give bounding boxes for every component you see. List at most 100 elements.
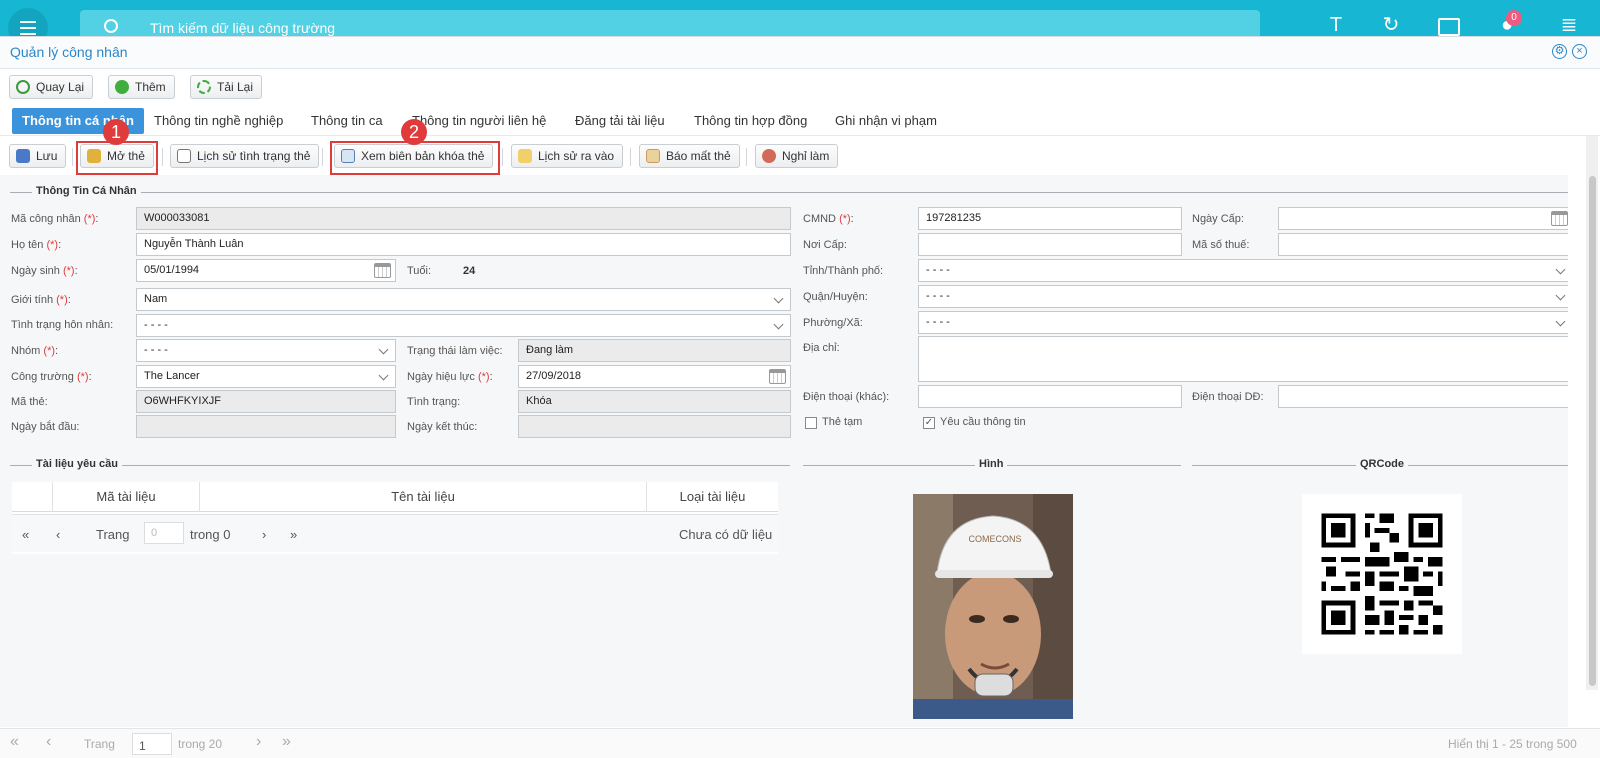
prev-page-icon[interactable]: ‹	[56, 527, 60, 542]
photo-section-legend: Hình	[803, 458, 1181, 472]
start-date-field[interactable]	[136, 415, 396, 438]
last-page-icon[interactable]: »	[290, 527, 297, 542]
district-label: Quận/Huyện:	[803, 291, 868, 303]
first-page-icon[interactable]: «	[22, 527, 29, 542]
list-showing-text: Hiển thị 1 - 25 trong 500	[1448, 737, 1577, 751]
global-search-placeholder: Tìm kiếm dữ liệu công trường	[150, 20, 336, 36]
save-button[interactable]: Lưu	[9, 144, 67, 168]
lost-card-icon	[646, 149, 660, 163]
ward-label: Phường/Xã:	[803, 317, 863, 329]
marital-status-select[interactable]: - - - -	[136, 314, 791, 337]
tab-contract-info[interactable]: Thông tin hợp đồng	[684, 108, 817, 134]
report-lost-card-label: Báo mất thẻ	[666, 149, 731, 163]
close-icon[interactable]: ×	[1572, 44, 1587, 59]
id-number-field[interactable]: 197281235	[918, 207, 1182, 230]
worker-code-label: Mã công nhân (*):	[11, 213, 99, 225]
scrollbar-thumb[interactable]	[1589, 176, 1596, 686]
mobile-phone-field[interactable]	[1278, 385, 1568, 408]
last-page-icon[interactable]: »	[282, 733, 291, 751]
personal-section-title: Thông Tin Cá Nhân	[32, 185, 141, 197]
leave-work-button[interactable]: Nghỉ làm	[755, 144, 839, 168]
address-textarea[interactable]	[918, 336, 1568, 382]
group-select[interactable]: - - - -	[136, 339, 396, 362]
phone-other-label: Điện thoại (khác):	[803, 391, 890, 403]
card-status-history-button[interactable]: Lịch sử tình trạng thẻ	[170, 144, 320, 168]
site-select[interactable]: The Lancer	[136, 365, 396, 388]
end-date-field[interactable]	[518, 415, 791, 438]
next-page-icon[interactable]: ›	[262, 527, 266, 542]
search-icon	[104, 19, 118, 33]
personal-toolbar: Lưu Mở thẻ Lịch sử tình trạng thẻ Xem bi…	[0, 140, 1600, 172]
effective-date-value: 27/09/2018	[526, 370, 582, 382]
pager-page-input[interactable]: 0	[144, 522, 184, 544]
user-initial-icon[interactable]: T	[1325, 14, 1347, 36]
worker-code-field[interactable]: W000033081	[136, 207, 791, 230]
helmet-logo-text: COMECONS	[968, 534, 1021, 544]
site-value: The Lancer	[144, 370, 200, 382]
reload-button[interactable]: Tải Lại	[190, 75, 263, 99]
issue-place-field[interactable]	[918, 233, 1182, 256]
province-select[interactable]: - - - -	[918, 259, 1568, 282]
toolbar-divider	[502, 148, 503, 166]
phone-other-field[interactable]	[918, 385, 1182, 408]
district-select[interactable]: - - - -	[918, 285, 1568, 308]
temp-card-checkbox[interactable]	[805, 417, 817, 429]
step-marker-2: 2	[401, 119, 427, 145]
doc-name-column-header[interactable]: Tên tài liệu	[199, 482, 646, 512]
calendar-icon[interactable]	[769, 369, 786, 384]
tax-code-field[interactable]	[1278, 233, 1568, 256]
add-button[interactable]: Thêm	[108, 75, 175, 99]
address-label: Địa chỉ:	[803, 342, 840, 354]
leave-work-label: Nghỉ làm	[782, 149, 830, 163]
gender-select[interactable]: Nam	[136, 288, 791, 311]
empty-table-message: Chưa có dữ liệu	[679, 527, 773, 542]
ward-select[interactable]: - - - -	[918, 311, 1568, 334]
prev-page-icon[interactable]: ‹	[46, 733, 51, 751]
doc-type-column-header[interactable]: Loại tài liệu	[646, 482, 778, 512]
documents-section-title: Tài liệu yêu cầu	[32, 458, 122, 470]
id-number-label: CMND (*):	[803, 213, 854, 225]
tab-professional-info[interactable]: Thông tin nghề nghiệp	[144, 108, 293, 134]
issue-date-field[interactable]	[1278, 207, 1568, 230]
end-date-label: Ngày kết thúc:	[407, 421, 478, 433]
calendar-icon[interactable]	[1551, 211, 1568, 226]
back-button-label: Quay Lại	[36, 80, 85, 94]
gender-label: Giới tính (*):	[11, 294, 71, 306]
tab-shift-info[interactable]: Thông tin ca	[301, 108, 393, 134]
work-status-label: Trạng thái làm việc:	[407, 345, 503, 357]
marital-status-label: Tình trạng hôn nhân:	[11, 319, 114, 331]
next-page-icon[interactable]: ›	[256, 733, 261, 751]
worker-photo[interactable]: COMECONS	[913, 494, 1073, 719]
calendar-icon[interactable]	[374, 263, 391, 278]
doc-code-column-header[interactable]: Mã tài liệu	[52, 482, 199, 512]
temp-card-label: Thẻ tạm	[822, 416, 863, 428]
effective-date-field[interactable]: 27/09/2018	[518, 365, 791, 388]
dob-field[interactable]: 05/01/1994	[136, 259, 396, 282]
tab-documents[interactable]: Đăng tải tài liệu	[565, 108, 675, 134]
list-menu-icon[interactable]: ≣	[1558, 14, 1580, 36]
tab-violations[interactable]: Ghi nhận vi phạm	[825, 108, 947, 134]
chevron-down-icon	[773, 319, 784, 330]
dob-label: Ngày sinh (*):	[11, 265, 78, 277]
province-label: Tỉnh/Thành phố:	[803, 265, 884, 277]
work-status-field[interactable]: Đang làm	[518, 339, 791, 362]
documents-section-legend: Tài liệu yêu cầu	[10, 458, 790, 472]
refresh-icon[interactable]: ↻	[1380, 14, 1402, 36]
report-lost-card-button[interactable]: Báo mất thẻ	[639, 144, 740, 168]
card-state-label: Tình trạng:	[407, 396, 461, 408]
back-button[interactable]: Quay Lại	[9, 75, 94, 99]
fullscreen-icon[interactable]	[1438, 18, 1460, 36]
first-page-icon[interactable]: «	[10, 733, 19, 751]
toolbar-divider	[630, 148, 631, 166]
full-name-field[interactable]: Nguyễn Thành Luân	[136, 233, 791, 256]
district-value: - - - -	[926, 290, 950, 302]
settings-icon[interactable]: ⚙	[1552, 44, 1567, 59]
card-state-field[interactable]: Khóa	[518, 390, 791, 413]
reload-icon	[197, 80, 211, 94]
qrcode-section-legend: QRCode	[1192, 458, 1568, 472]
card-code-field[interactable]: O6WHFKYIXJF	[136, 390, 396, 413]
list-page-input[interactable]: 1	[132, 733, 172, 755]
list-page-label: Trang	[84, 737, 115, 751]
require-info-checkbox[interactable]: ✓	[923, 417, 935, 429]
entry-history-button[interactable]: Lịch sử ra vào	[511, 144, 624, 168]
